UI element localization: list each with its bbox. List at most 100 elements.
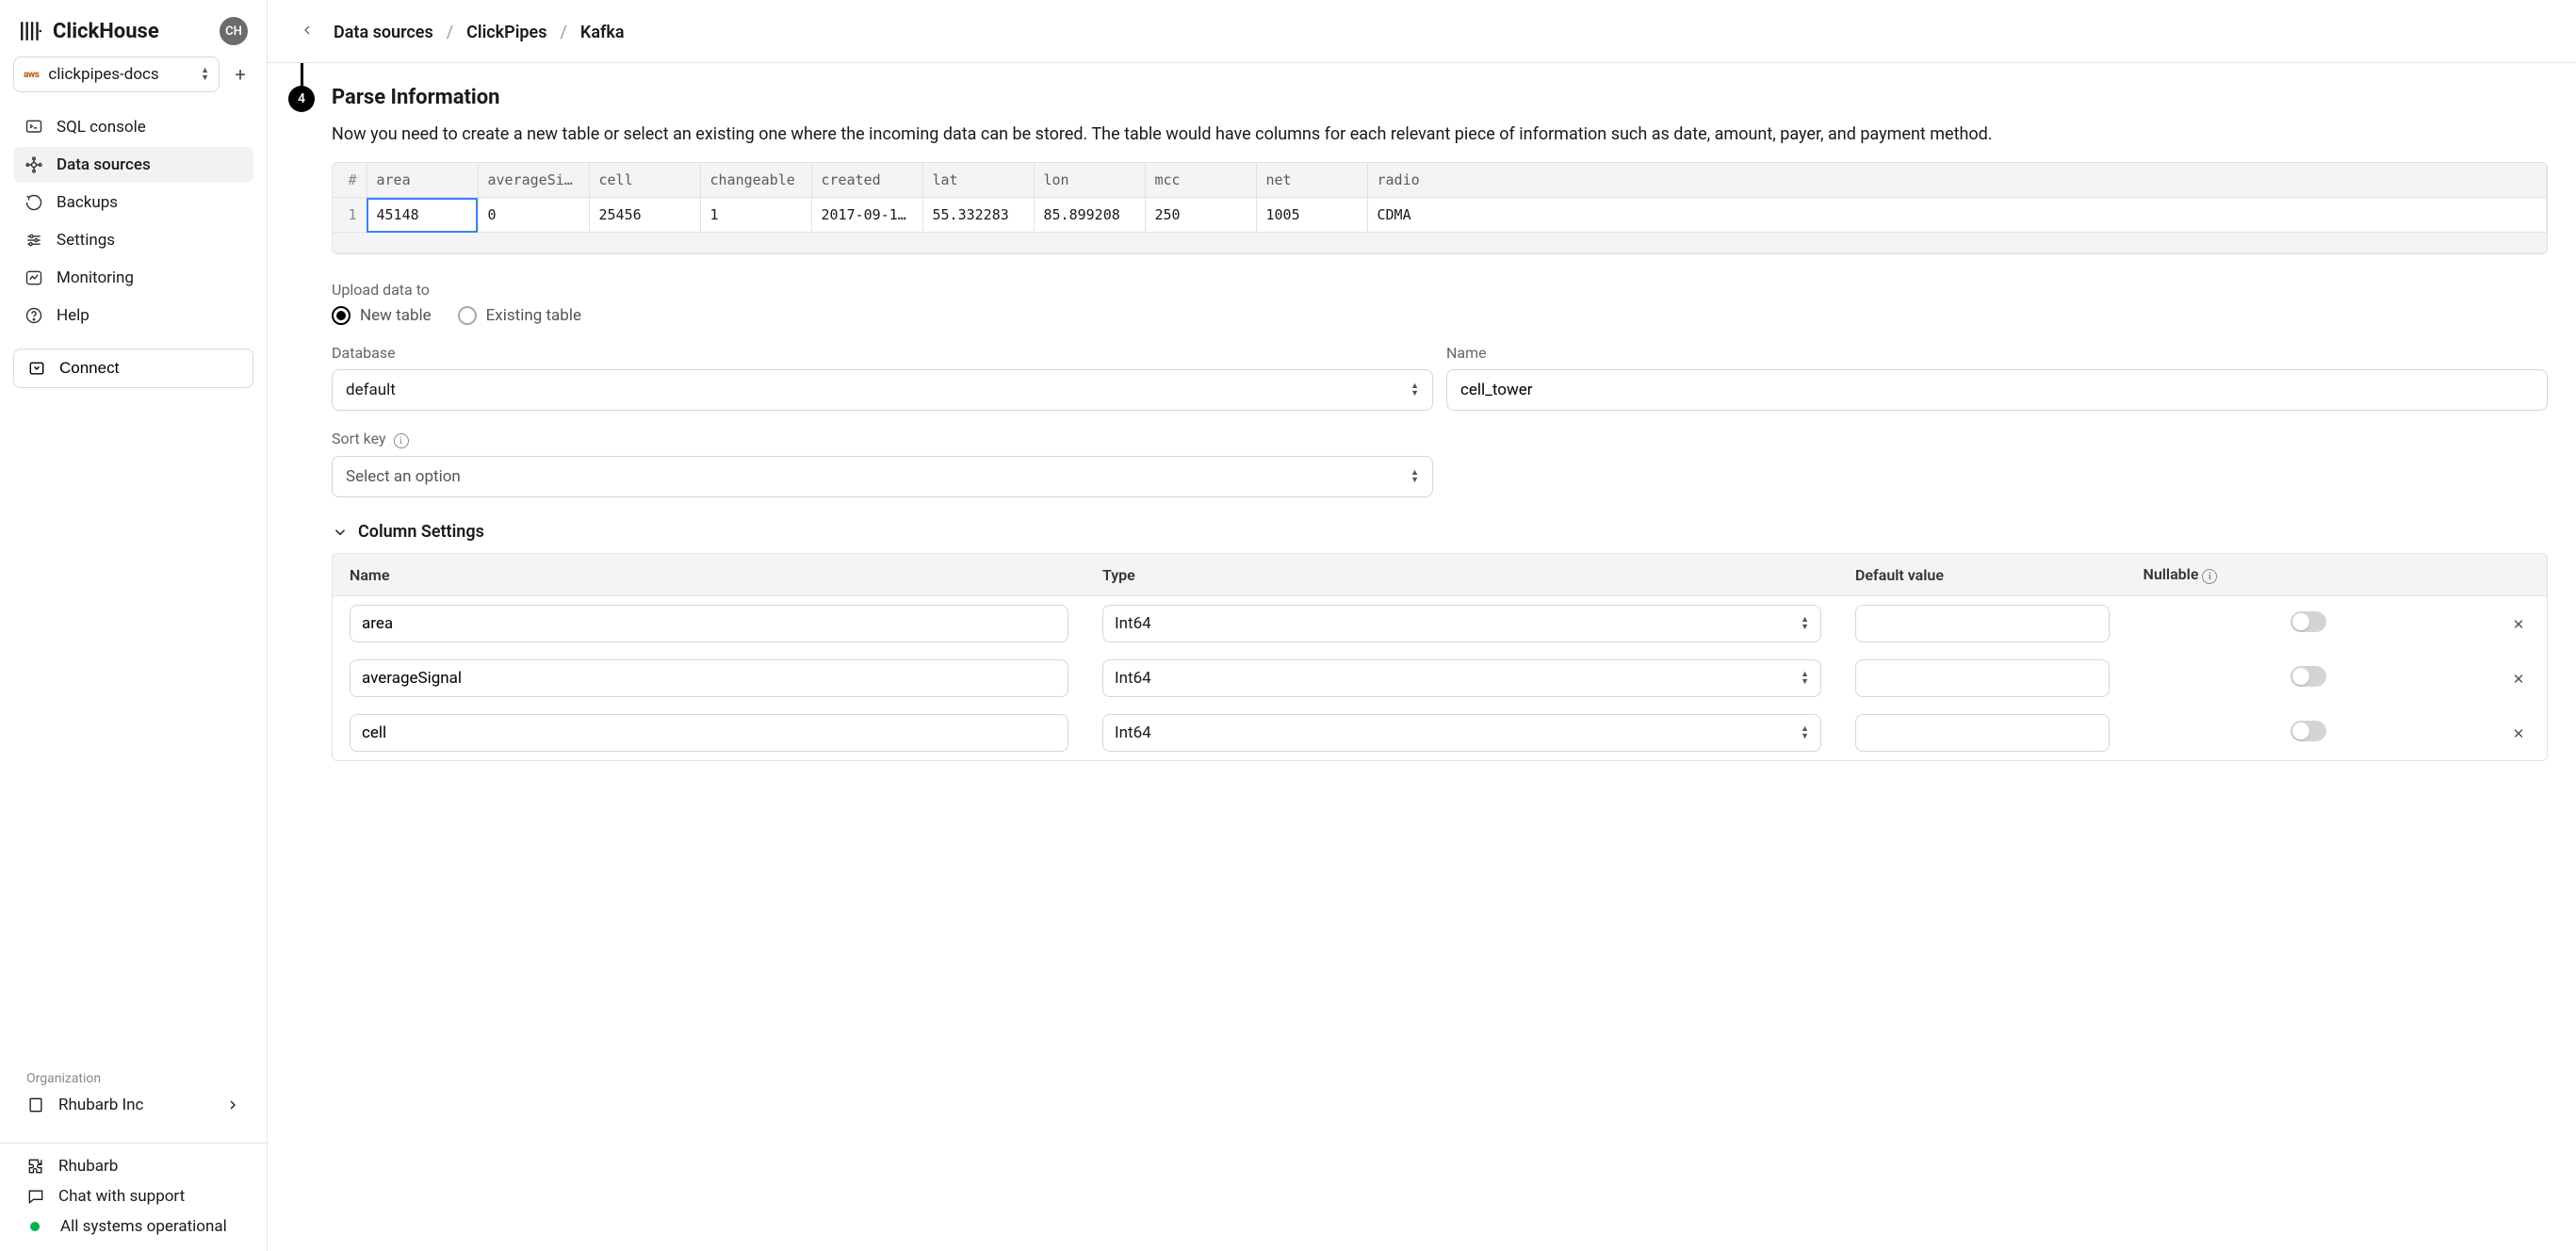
sidebar-item-label: Data sources — [57, 155, 151, 174]
sidebar-item-label: Settings — [57, 231, 115, 250]
chevron-down-icon — [332, 524, 349, 541]
radio-new-table[interactable]: New table — [332, 306, 432, 325]
colset-default-input[interactable] — [1855, 605, 2110, 642]
sidebar-item-monitoring[interactable]: Monitoring — [13, 260, 253, 296]
colset-name-input[interactable] — [350, 714, 1068, 752]
footer-status[interactable]: All systems operational — [26, 1217, 240, 1236]
preview-cell[interactable]: 1 — [700, 198, 811, 233]
crumb-clickpipes[interactable]: ClickPipes — [466, 23, 546, 42]
preview-table: # area averageSig… cell changeable creat… — [332, 162, 2548, 254]
footer-workspace-label: Rhubarb — [58, 1157, 118, 1176]
table-name-input-wrap — [1446, 369, 2548, 411]
puzzle-icon — [26, 1157, 45, 1176]
colset-type-select[interactable]: Int64▲▼ — [1102, 714, 1821, 752]
connect-label: Connect — [59, 359, 119, 378]
add-workspace-button[interactable]: + — [227, 61, 253, 88]
top-bar: Data sources / ClickPipes / Kafka — [268, 0, 2576, 63]
colset-default-input[interactable] — [1855, 659, 2110, 697]
sort-key-select[interactable]: Select an option ▲▼ — [332, 456, 1433, 497]
avatar[interactable]: CH — [220, 17, 248, 45]
workspace-select[interactable]: aws clickpipes-docs ▲▼ — [13, 57, 220, 92]
breadcrumb: Data sources / ClickPipes / Kafka — [334, 23, 625, 42]
org-select[interactable]: Rhubarb Inc — [26, 1086, 240, 1124]
preview-header[interactable]: net — [1256, 163, 1367, 198]
footer-status-label: All systems operational — [60, 1217, 227, 1236]
preview-header[interactable]: averageSig… — [478, 163, 589, 198]
footer-workspace[interactable]: Rhubarb — [26, 1157, 240, 1176]
preview-header[interactable]: radio — [1367, 163, 2547, 198]
colset-default-input[interactable] — [1855, 714, 2110, 752]
colset-type-select[interactable]: Int64▲▼ — [1102, 605, 1821, 642]
step-container: 4 Parse Information Now you need to crea… — [286, 86, 2548, 761]
brand[interactable]: ClickHouse — [19, 19, 159, 43]
preview-cell[interactable]: 25456 — [589, 198, 700, 233]
colset-name-input[interactable] — [350, 605, 1068, 642]
preview-cell[interactable]: 55.332283 — [922, 198, 1034, 233]
table-name-input[interactable] — [1460, 381, 2534, 399]
brand-name: ClickHouse — [53, 20, 159, 43]
building-icon — [26, 1096, 45, 1114]
info-icon[interactable]: i — [2202, 569, 2217, 584]
sidebar-item-label: SQL console — [57, 118, 146, 137]
section-description: Now you need to create a new table or se… — [332, 122, 2548, 147]
preview-cell[interactable]: CDMA — [1367, 198, 2547, 233]
preview-header[interactable]: changeable — [700, 163, 811, 198]
preview-header[interactable]: lon — [1034, 163, 1145, 198]
connect-button[interactable]: Connect — [13, 349, 253, 388]
crumb-data-sources[interactable]: Data sources — [334, 23, 433, 42]
colset-name-input[interactable] — [350, 659, 1068, 697]
sidebar-item-help[interactable]: Help — [13, 298, 253, 333]
column-settings-table: Name Type Default value Nullablei Int64▲… — [332, 553, 2548, 761]
preview-cell[interactable]: 0 — [478, 198, 589, 233]
upload-data-to-label: Upload data to — [332, 281, 2548, 299]
upload-target-radio-group: New table Existing table — [332, 306, 2548, 325]
colset-type-select[interactable]: Int64▲▼ — [1102, 659, 1821, 697]
colset-delete-button[interactable]: ✕ — [2513, 616, 2525, 633]
preview-header[interactable]: mcc — [1145, 163, 1256, 198]
footer-list: Rhubarb Chat with support All systems op… — [0, 1153, 267, 1251]
chat-icon — [26, 1187, 45, 1206]
radio-label: Existing table — [486, 306, 581, 325]
column-settings-toggle[interactable]: Column Settings — [332, 522, 2548, 542]
main: Data sources / ClickPipes / Kafka 4 Pars… — [268, 0, 2576, 1251]
sidebar-item-data-sources[interactable]: Data sources — [13, 147, 253, 183]
status-dot-icon — [30, 1222, 40, 1231]
colset-nullable-toggle[interactable] — [2291, 721, 2326, 741]
connect-icon — [27, 359, 46, 378]
terminal-icon — [24, 118, 43, 137]
preview-header[interactable]: created — [811, 163, 922, 198]
section-title: Parse Information — [332, 86, 2548, 109]
colset-delete-button[interactable]: ✕ — [2513, 671, 2525, 688]
preview-header[interactable]: cell — [589, 163, 700, 198]
preview-cell[interactable]: 1005 — [1256, 198, 1367, 233]
chevrons-updown-icon: ▲▼ — [201, 67, 209, 82]
preview-cell[interactable]: 85.899208 — [1034, 198, 1145, 233]
breadcrumb-sep: / — [560, 23, 566, 42]
footer-chat[interactable]: Chat with support — [26, 1187, 240, 1206]
sidebar-item-backups[interactable]: Backups — [13, 185, 253, 220]
colset-nullable-toggle[interactable] — [2291, 611, 2326, 632]
radio-icon — [332, 306, 351, 325]
crumb-kafka[interactable]: Kafka — [580, 23, 625, 42]
preview-header[interactable]: # — [333, 163, 367, 198]
back-button[interactable] — [296, 21, 318, 43]
radio-existing-table[interactable]: Existing table — [458, 306, 581, 325]
colset-nullable-toggle[interactable] — [2291, 666, 2326, 687]
preview-cell[interactable]: 45148 — [367, 198, 478, 233]
org-heading: Organization — [26, 1071, 240, 1086]
data-sources-icon — [24, 155, 43, 174]
info-icon[interactable]: i — [394, 433, 409, 448]
preview-header[interactable]: lat — [922, 163, 1034, 198]
preview-header[interactable]: area — [367, 163, 478, 198]
sidebar-item-sql-console[interactable]: SQL console — [13, 109, 253, 145]
preview-cell[interactable]: 250 — [1145, 198, 1256, 233]
sidebar-item-label: Help — [57, 306, 90, 325]
sort-key-label: Sort key i — [332, 430, 1433, 448]
preview-cell[interactable]: 2017-09-13… — [811, 198, 922, 233]
sidebar-header: ClickHouse CH — [0, 0, 267, 57]
preview-cell[interactable]: 1 — [333, 198, 367, 233]
sidebar-item-settings[interactable]: Settings — [13, 222, 253, 258]
colset-delete-button[interactable]: ✕ — [2513, 725, 2525, 742]
database-select[interactable]: default ▲▼ — [332, 369, 1433, 411]
content: 4 Parse Information Now you need to crea… — [268, 63, 2576, 799]
